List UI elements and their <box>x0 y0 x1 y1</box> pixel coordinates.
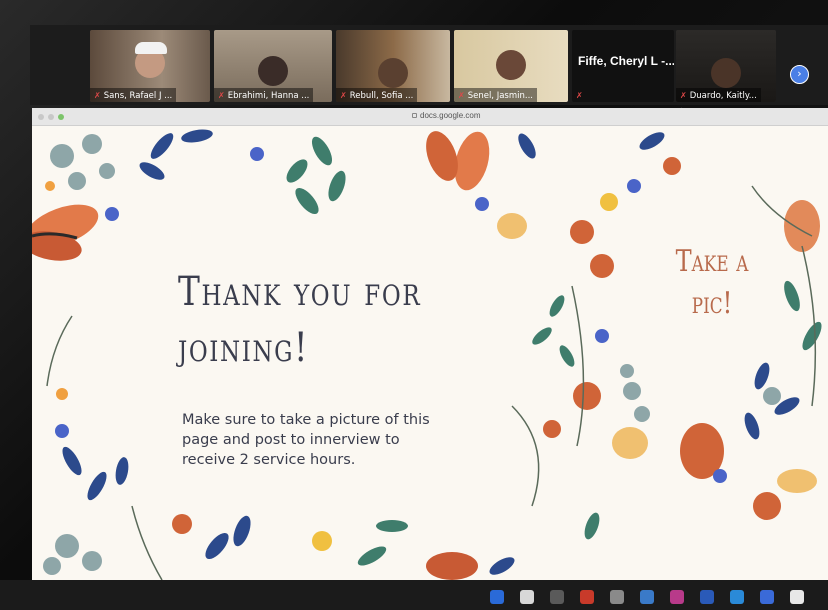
participant-name: ✗ Senel, Jasmin... <box>454 88 537 102</box>
participant-tile[interactable]: ✗ Senel, Jasmin... <box>454 30 568 102</box>
mic-off-icon: ✗ <box>94 91 101 100</box>
presentation-slide: Thank you for joining! Make sure to take… <box>32 126 828 580</box>
app-icon[interactable] <box>520 590 534 604</box>
mic-off-icon: ✗ <box>576 91 583 100</box>
slide-side-text: Take a pic! <box>675 244 749 321</box>
app-icon[interactable] <box>790 590 804 604</box>
slide-body-text: Make sure to take a picture of this page… <box>182 412 430 468</box>
address-bar[interactable]: docs.google.com <box>412 111 480 120</box>
chevron-right-icon[interactable]: › <box>790 65 809 84</box>
app-icon[interactable] <box>490 590 504 604</box>
participant-tile[interactable]: ✗ Rebull, Sofia ... <box>336 30 450 102</box>
taskbar <box>0 580 828 610</box>
app-icon[interactable] <box>640 590 654 604</box>
minimize-dot-icon[interactable] <box>48 114 54 120</box>
participant-tile[interactable]: Fiffe, Cheryl L -... ✗ <box>572 30 674 102</box>
app-icon[interactable] <box>760 590 774 604</box>
lock-icon <box>412 113 417 118</box>
maximize-dot-icon[interactable] <box>58 114 64 120</box>
participant-name: Fiffe, Cheryl L -... <box>578 54 674 68</box>
participant-name: ✗ Duardo, Kaitly... <box>676 88 761 102</box>
app-icon[interactable] <box>610 590 624 604</box>
participant-strip: ✗ Sans, Rafael J ... ✗ Ebrahimi, Hanna ...… <box>30 25 828 105</box>
screen: ✗ Sans, Rafael J ... ✗ Ebrahimi, Hanna ...… <box>0 0 828 610</box>
mic-off-icon: ✗ <box>218 91 225 100</box>
mic-off-icon: ✗ <box>680 91 687 100</box>
app-icon[interactable] <box>550 590 564 604</box>
participant-name: ✗ Sans, Rafael J ... <box>90 88 177 102</box>
mic-off-icon: ✗ <box>340 91 347 100</box>
mic-off-icon: ✗ <box>458 91 465 100</box>
browser-toolbar: docs.google.com <box>32 108 828 126</box>
participant-tile[interactable]: ✗ Sans, Rafael J ... <box>90 30 210 102</box>
participant-tile[interactable]: ✗ Duardo, Kaitly... <box>676 30 776 102</box>
mute-indicator: ✗ <box>572 88 587 102</box>
app-icon[interactable] <box>670 590 684 604</box>
participant-name: ✗ Rebull, Sofia ... <box>336 88 418 102</box>
close-dot-icon[interactable] <box>38 114 44 120</box>
app-icon[interactable] <box>730 590 744 604</box>
participant-name: ✗ Ebrahimi, Hanna ... <box>214 88 314 102</box>
participant-tile[interactable]: ✗ Ebrahimi, Hanna ... <box>214 30 332 102</box>
browser-window: docs.google.com Thank you for joining! M… <box>32 108 828 580</box>
app-icon[interactable] <box>580 590 594 604</box>
app-icon[interactable] <box>700 590 714 604</box>
slide-title: Thank you for joining! <box>178 269 422 371</box>
